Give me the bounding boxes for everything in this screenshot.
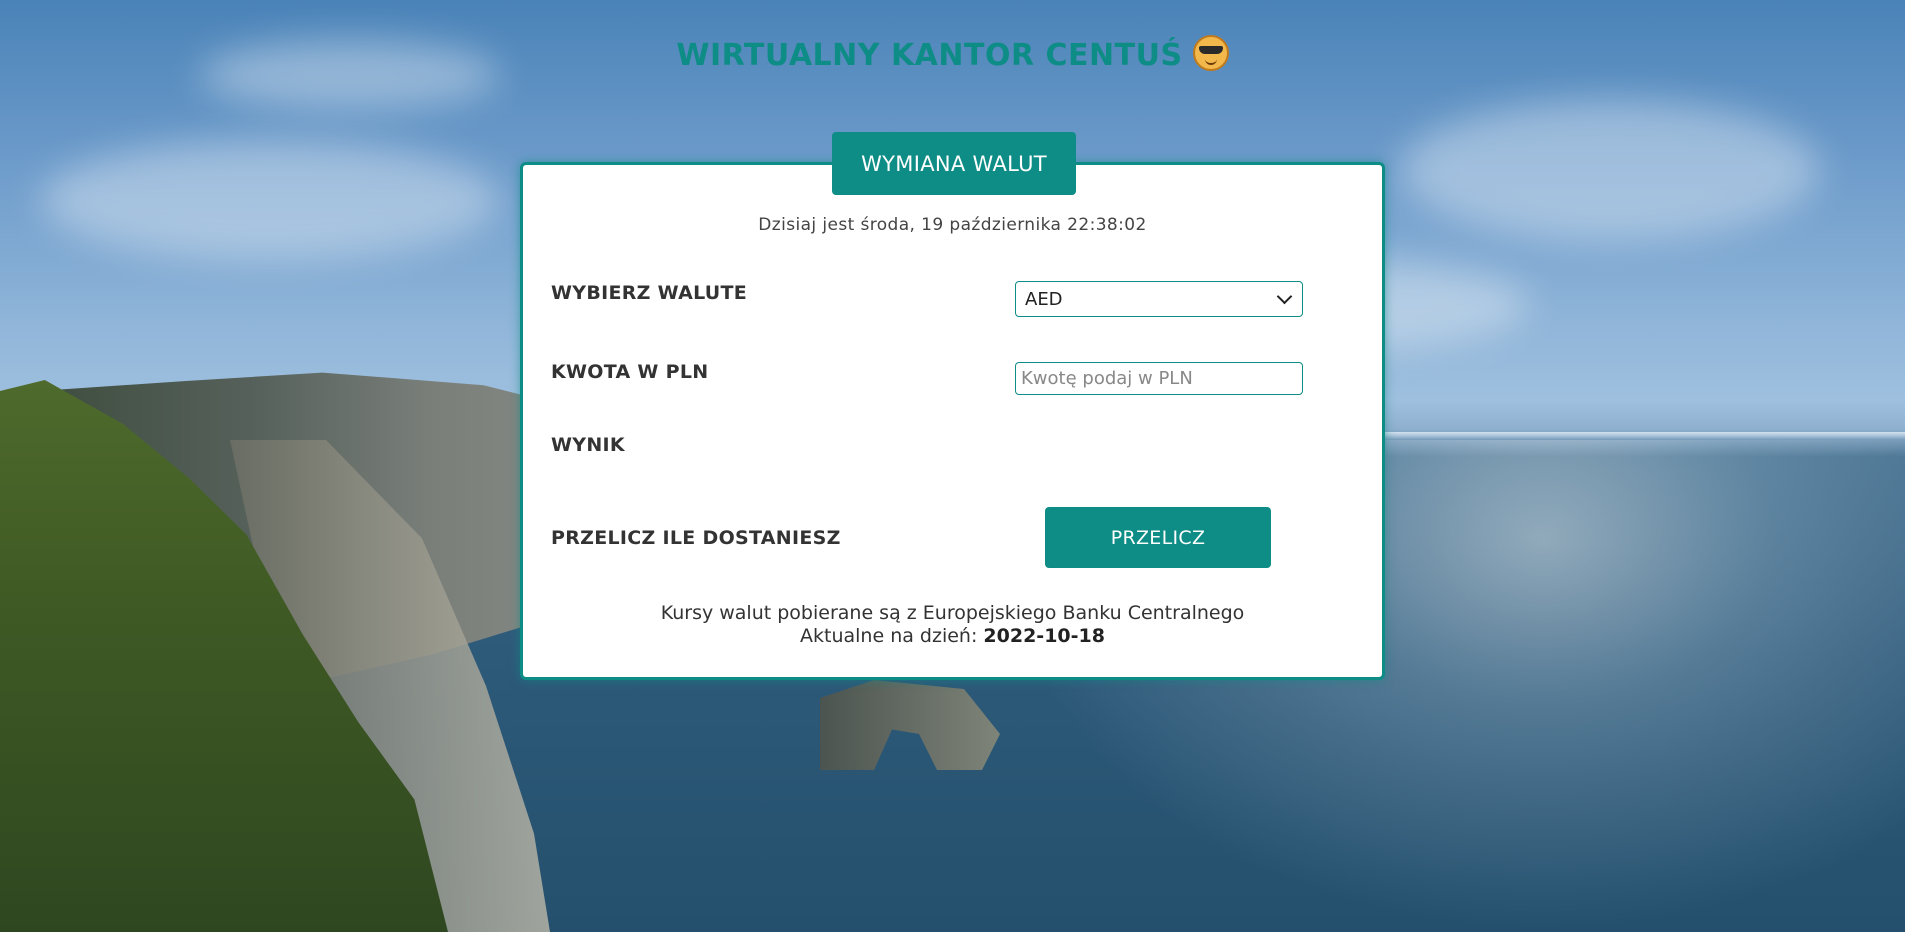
currency-label: WYBIERZ WALUTE bbox=[551, 282, 748, 304]
currency-select[interactable]: AED bbox=[1015, 281, 1303, 317]
exchange-tab-header: WYMIANA WALUT bbox=[832, 132, 1076, 195]
smiling-face-with-sunglasses-icon bbox=[1192, 35, 1229, 71]
chevron-down-icon bbox=[1276, 288, 1293, 305]
page-title-text: WIRTUALNY KANTOR CENTUŚ bbox=[676, 38, 1183, 73]
rates-source-info: Kursy walut pobierane są z Europejskiego… bbox=[523, 602, 1382, 648]
convert-label: PRZELICZ ILE DOSTANIESZ bbox=[551, 527, 841, 549]
rates-date-prefix: Aktualne na dzień: bbox=[800, 625, 978, 647]
current-date-time: Dzisiaj jest środa, 19 października 22:3… bbox=[758, 215, 1147, 235]
rates-date-line: Aktualne na dzień: 2022-10-18 bbox=[523, 625, 1382, 648]
exchange-card: Dzisiaj jest środa, 19 października 22:3… bbox=[520, 162, 1385, 680]
convert-button[interactable]: PRZELICZ bbox=[1045, 507, 1271, 568]
amount-input[interactable] bbox=[1015, 362, 1303, 395]
rates-source-text: Kursy walut pobierane są z Europejskiego… bbox=[660, 602, 1245, 624]
result-label: WYNIK bbox=[551, 434, 625, 456]
rates-date-value: 2022-10-18 bbox=[983, 625, 1105, 647]
amount-label: KWOTA W PLN bbox=[551, 361, 709, 383]
page-title: WIRTUALNY KANTOR CENTUŚ bbox=[0, 35, 1905, 73]
currency-selected-value: AED bbox=[1025, 288, 1063, 310]
